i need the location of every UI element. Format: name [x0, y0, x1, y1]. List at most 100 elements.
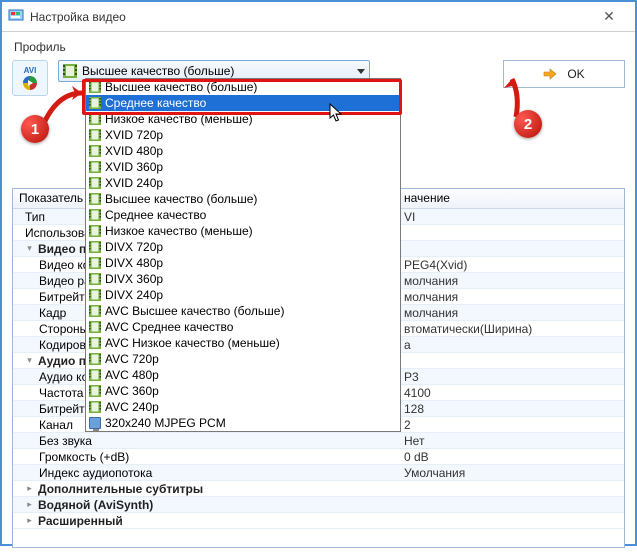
dropdown-item-label: Низкое качество (меньше)	[105, 112, 253, 126]
dropdown-item[interactable]: XVID 360p	[86, 159, 400, 175]
collapse-icon[interactable]: ▾	[25, 356, 34, 365]
dropdown-item-label: 320x240 MJPEG PCM	[105, 416, 226, 430]
dropdown-item[interactable]: Среднее качество	[86, 207, 400, 223]
grid-row-value[interactable]: Нет	[398, 434, 624, 448]
expand-icon[interactable]: ▸	[25, 484, 34, 493]
dropdown-item[interactable]: AVC Низкое качество (меньше)	[86, 335, 400, 351]
profile-selected-text: Высшее качество (больше)	[82, 64, 234, 78]
film-icon	[89, 241, 101, 253]
dropdown-item[interactable]: XVID 480p	[86, 143, 400, 159]
profile-dropdown-list[interactable]: Высшее качество (больше)Среднее качество…	[85, 78, 401, 432]
dropdown-item-label: AVC 240p	[105, 400, 159, 414]
dropdown-item-label: AVC Среднее качество	[105, 320, 233, 334]
dropdown-item-label: DIVX 240p	[105, 288, 163, 302]
grid-section-row[interactable]: ▸Дополнительные субтитры	[13, 481, 624, 497]
chevron-down-icon	[357, 69, 365, 74]
dropdown-item[interactable]: DIVX 360p	[86, 271, 400, 287]
dropdown-item[interactable]: Низкое качество (меньше)	[86, 223, 400, 239]
dropdown-item-label: Среднее качество	[105, 208, 206, 222]
film-icon	[89, 209, 101, 221]
annotation-marker-1: 1	[21, 115, 49, 143]
film-icon	[89, 385, 101, 397]
film-icon	[89, 97, 101, 109]
dropdown-item[interactable]: DIVX 720p	[86, 239, 400, 255]
grid-row-value[interactable]: втоматически(Ширина)	[398, 322, 624, 336]
app-icon	[8, 9, 24, 25]
grid-row-value[interactable]: 2	[398, 418, 624, 432]
grid-row-label: Видео п	[38, 242, 86, 256]
film-icon	[89, 81, 101, 93]
grid-row-value[interactable]: 0 dB	[398, 450, 624, 464]
dropdown-item-label: DIVX 480p	[105, 256, 163, 270]
dropdown-item-label: AVC Низкое качество (меньше)	[105, 336, 280, 350]
film-icon	[89, 177, 101, 189]
close-button[interactable]: ✕	[589, 2, 629, 32]
film-icon	[63, 64, 77, 78]
dropdown-item-label: XVID 480p	[105, 144, 163, 158]
grid-row-label: Расширенный	[38, 514, 123, 528]
grid-row-label: Видео ра	[39, 274, 91, 288]
grid-row[interactable]: Громкость (+dB) 0 dB	[13, 449, 624, 465]
dropdown-item[interactable]: Низкое качество (меньше)	[86, 111, 400, 127]
film-icon	[89, 161, 101, 173]
ok-label: OK	[567, 67, 584, 81]
expand-icon[interactable]: ▸	[25, 500, 34, 509]
grid-section-row[interactable]: ▸ Водяной (AviSynth)	[13, 497, 624, 513]
dropdown-item-label: DIVX 360p	[105, 272, 163, 286]
expand-icon[interactable]: ▸	[25, 516, 34, 525]
grid-row-value[interactable]: VI	[398, 210, 624, 224]
dropdown-item-label: AVC 720p	[105, 352, 159, 366]
grid-row-value[interactable]: молчания	[398, 290, 624, 304]
grid-row[interactable]: Без звукаНет	[13, 433, 624, 449]
dropdown-item[interactable]: AVC 240p	[86, 399, 400, 415]
dropdown-item[interactable]: AVC 360p	[86, 383, 400, 399]
grid-header-value: начение	[398, 189, 624, 208]
film-icon	[89, 401, 101, 413]
grid-row-value[interactable]: 128	[398, 402, 624, 416]
grid-row-label: Аудио п	[38, 354, 86, 368]
film-icon	[89, 337, 101, 349]
dropdown-item[interactable]: Среднее качество	[86, 95, 400, 111]
film-icon	[89, 289, 101, 301]
grid-row-label: Водяной (AviSynth)	[38, 498, 153, 512]
grid-row[interactable]: Индекс аудиопотока Умолчания	[13, 465, 624, 481]
dropdown-item[interactable]: DIVX 480p	[86, 255, 400, 271]
grid-row-label: Индекс аудиопотока	[39, 466, 152, 480]
grid-row-value[interactable]: P3	[398, 370, 624, 384]
titlebar: Настройка видео ✕	[2, 2, 635, 32]
grid-row-label: Кадр	[39, 306, 66, 320]
grid-row-value[interactable]: молчания	[398, 274, 624, 288]
dropdown-item[interactable]: AVC Среднее качество	[86, 319, 400, 335]
dropdown-item[interactable]: Высшее качество (больше)	[86, 191, 400, 207]
ok-button[interactable]: OK	[503, 60, 625, 88]
dropdown-item-label: AVC 360p	[105, 384, 159, 398]
grid-section-row[interactable]: ▸ Расширенный	[13, 513, 624, 529]
grid-row-label: Канал	[39, 418, 73, 432]
grid-row-value[interactable]: молчания	[398, 306, 624, 320]
dropdown-item[interactable]: DIVX 240p	[86, 287, 400, 303]
dropdown-item-label: Высшее качество (больше)	[105, 192, 257, 206]
grid-row-value[interactable]: PEG4(Xvid)	[398, 258, 624, 272]
grid-row-label: Громкость (+dB)	[39, 450, 129, 464]
dropdown-item[interactable]: AVC 720p	[86, 351, 400, 367]
dropdown-item[interactable]: Высшее качество (больше)	[86, 79, 400, 95]
dropdown-item[interactable]: AVC Высшее качество (больше)	[86, 303, 400, 319]
grid-row-label: Аудио ко	[39, 370, 88, 384]
avi-format-icon: AVI	[12, 60, 48, 96]
film-icon	[89, 145, 101, 157]
grid-row-value[interactable]: Умолчания	[398, 466, 624, 480]
grid-row-value[interactable]: а	[398, 338, 624, 352]
dropdown-item-label: Среднее качество	[105, 96, 206, 110]
dropdown-item[interactable]: XVID 720p	[86, 127, 400, 143]
collapse-icon[interactable]: ▾	[25, 244, 34, 253]
dropdown-item[interactable]: AVC 480p	[86, 367, 400, 383]
dropdown-item[interactable]: 320x240 MJPEG PCM	[86, 415, 400, 431]
film-icon	[89, 257, 101, 269]
profile-label: Профиль	[14, 40, 625, 54]
film-icon	[89, 353, 101, 365]
film-icon	[89, 321, 101, 333]
grid-row-label: Использова	[25, 226, 91, 240]
grid-row-value[interactable]: 4100	[398, 386, 624, 400]
dropdown-item[interactable]: XVID 240p	[86, 175, 400, 191]
film-icon	[89, 369, 101, 381]
